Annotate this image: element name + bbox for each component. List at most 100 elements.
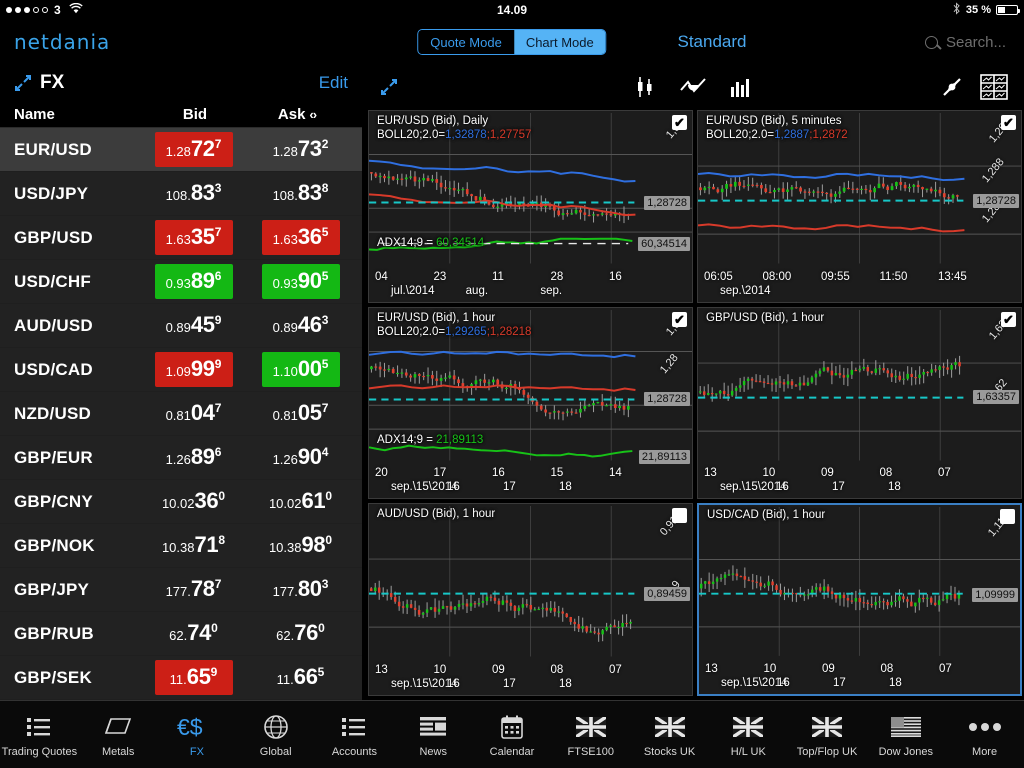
bid-cell[interactable]: 1.26896 xyxy=(140,440,247,475)
tab-news[interactable]: News xyxy=(394,701,473,768)
table-row[interactable]: GBP/RUB62.74062.760 xyxy=(0,612,362,656)
tab-global[interactable]: Global xyxy=(236,701,315,768)
bid-cell[interactable]: 62.740 xyxy=(140,616,247,651)
ask-cell[interactable]: 11.665 xyxy=(247,660,354,695)
table-row[interactable]: USD/JPY108.833108.838 xyxy=(0,172,362,216)
ask-cell[interactable]: 108.838 xyxy=(247,176,354,211)
expand-arrows-icon[interactable] xyxy=(14,74,32,92)
chart-panel: EUR/USD (Bid), DailyBOLL20;2.0=1,32878;1… xyxy=(364,64,1024,700)
tab-chart-mode[interactable]: Chart Mode xyxy=(514,30,606,54)
mode-segmented-control[interactable]: Quote Mode Chart Mode xyxy=(417,29,606,55)
bid-price: 0.89459 xyxy=(155,308,233,343)
bar-chart-icon[interactable] xyxy=(729,75,753,99)
ask-cell[interactable]: 177.803 xyxy=(247,572,354,607)
chart-checkbox[interactable]: ✔ xyxy=(1001,115,1016,130)
search-box[interactable]: Search... xyxy=(925,34,1006,51)
ask-cell[interactable]: 10.38980 xyxy=(247,528,354,563)
table-row[interactable]: AUD/USD0.894590.89463 xyxy=(0,304,362,348)
table-row[interactable]: GBP/EUR1.268961.26904 xyxy=(0,436,362,480)
instrument-symbol: GBP/RUB xyxy=(14,624,140,644)
table-row[interactable]: USD/CHF0.938960.93905 xyxy=(0,260,362,304)
table-row[interactable]: GBP/CNY10.0236010.02610 xyxy=(0,480,362,524)
tab-calendar[interactable]: Calendar xyxy=(473,701,552,768)
chart-panel-4[interactable]: GBP/USD (Bid), 1 hour✔1,633571,631,62131… xyxy=(697,307,1022,500)
tab-stocks-uk[interactable]: Stocks UK xyxy=(630,701,709,768)
bid-cell[interactable]: 177.787 xyxy=(140,572,247,607)
bid-cell[interactable]: 0.81047 xyxy=(140,396,247,431)
table-row[interactable]: GBP/SEK11.65911.665 xyxy=(0,656,362,700)
tab-metals[interactable]: Metals xyxy=(79,701,158,768)
bid-cell[interactable]: 0.93896 xyxy=(140,264,247,299)
bid-cell[interactable]: 1.28727 xyxy=(140,132,247,167)
bid-cell[interactable]: 10.02360 xyxy=(140,484,247,519)
price-prefix: 177. xyxy=(273,584,298,599)
bollinger-lower: ;1,2872 xyxy=(809,129,847,141)
workspace-label[interactable]: Standard xyxy=(678,32,747,52)
tab-h-l-uk[interactable]: H/L UK xyxy=(709,701,788,768)
watchlist-column-headers: Name Bid Ask ‹› xyxy=(0,102,362,128)
ask-cell[interactable]: 0.93905 xyxy=(247,264,354,299)
table-row[interactable]: GBP/JPY177.787177.803 xyxy=(0,568,362,612)
table-row[interactable]: GBP/USD1.633571.63365 xyxy=(0,216,362,260)
bid-cell[interactable]: 0.89459 xyxy=(140,308,247,343)
line-area-icon[interactable] xyxy=(679,75,707,99)
ask-cell[interactable]: 1.63365 xyxy=(247,220,354,255)
candlestick-icon[interactable] xyxy=(635,75,657,99)
chart-panel-1[interactable]: EUR/USD (Bid), DailyBOLL20;2.0=1,32878;1… xyxy=(368,110,693,303)
chevron-left-right-icon[interactable]: ‹› xyxy=(309,107,316,122)
chart-checkbox[interactable]: ✔ xyxy=(672,312,687,327)
crosshair-pin-icon[interactable] xyxy=(940,75,964,99)
chart-panel-3[interactable]: EUR/USD (Bid), 1 hourBOLL20;2.0=1,29265;… xyxy=(368,307,693,500)
chart-checkbox[interactable]: ✔ xyxy=(672,115,687,130)
ask-cell[interactable]: 1.26904 xyxy=(247,440,354,475)
price-fraction: 7 xyxy=(215,225,222,239)
bid-cell[interactable]: 10.38718 xyxy=(140,528,247,563)
news-icon xyxy=(419,712,447,742)
tab-quote-mode[interactable]: Quote Mode xyxy=(418,30,514,54)
price-pips: 83 xyxy=(191,180,215,206)
price-prefix: 62. xyxy=(276,628,294,643)
column-bid[interactable]: Bid xyxy=(144,106,246,123)
table-row[interactable]: GBP/NOK10.3871810.38980 xyxy=(0,524,362,568)
ask-cell[interactable]: 1.28732 xyxy=(247,132,354,167)
ask-cell[interactable]: 1.10005 xyxy=(247,352,354,387)
chart-checkbox[interactable] xyxy=(672,508,687,523)
bid-cell[interactable]: 108.833 xyxy=(140,176,247,211)
tab-more[interactable]: More xyxy=(945,701,1024,768)
tab-label: Metals xyxy=(102,746,134,758)
price-fraction: 8 xyxy=(322,181,329,195)
table-row[interactable]: EUR/USD1.287271.28732 xyxy=(0,128,362,172)
price-fraction: 0 xyxy=(211,621,218,635)
bid-cell[interactable]: 1.63357 xyxy=(140,220,247,255)
ask-cell[interactable]: 0.89463 xyxy=(247,308,354,343)
tab-accounts[interactable]: Accounts xyxy=(315,701,394,768)
chart-checkbox[interactable]: ✔ xyxy=(1001,312,1016,327)
bid-cell[interactable]: 1.09999 xyxy=(140,352,247,387)
x-axis-sublabel: sep.\2014 xyxy=(720,285,771,297)
x-axis-tick: 20 xyxy=(375,467,388,479)
price-fraction: 5 xyxy=(322,225,329,239)
chart-checkbox[interactable] xyxy=(1000,509,1015,524)
ask-cell[interactable]: 62.760 xyxy=(247,616,354,651)
ask-cell[interactable]: 10.02610 xyxy=(247,484,354,519)
ask-price: 1.28732 xyxy=(262,132,340,167)
table-row[interactable]: NZD/USD0.810470.81057 xyxy=(0,392,362,436)
ask-cell[interactable]: 0.81057 xyxy=(247,396,354,431)
tab-top-flop-uk[interactable]: Top/Flop UK xyxy=(788,701,867,768)
chart-panel-5[interactable]: AUD/USD (Bid), 1 hour0,894590,910,913100… xyxy=(368,503,693,696)
chart-panel-6[interactable]: USD/CAD (Bid), 1 hour1,099991,1113100908… xyxy=(697,503,1022,696)
uk-flag-icon xyxy=(576,712,606,742)
column-ask[interactable]: Ask ‹› xyxy=(246,106,348,123)
chart-panel-2[interactable]: EUR/USD (Bid), 5 minutesBOLL20;2.0=1,288… xyxy=(697,110,1022,303)
tab-ftse100[interactable]: FTSE100 xyxy=(551,701,630,768)
expand-arrows-icon[interactable] xyxy=(380,78,398,96)
price-prefix: 10.02 xyxy=(162,496,195,511)
tab-trading-quotes[interactable]: Trading Quotes xyxy=(0,701,79,768)
tab-dow-jones[interactable]: Dow Jones xyxy=(866,701,945,768)
table-row[interactable]: USD/CAD1.099991.10005 xyxy=(0,348,362,392)
edit-button[interactable]: Edit xyxy=(319,73,348,93)
grid-layout-icon[interactable] xyxy=(980,74,1008,100)
tab-fx[interactable]: €$FX xyxy=(158,701,237,768)
price-fraction: 7 xyxy=(322,401,329,415)
bid-cell[interactable]: 11.659 xyxy=(140,660,247,695)
